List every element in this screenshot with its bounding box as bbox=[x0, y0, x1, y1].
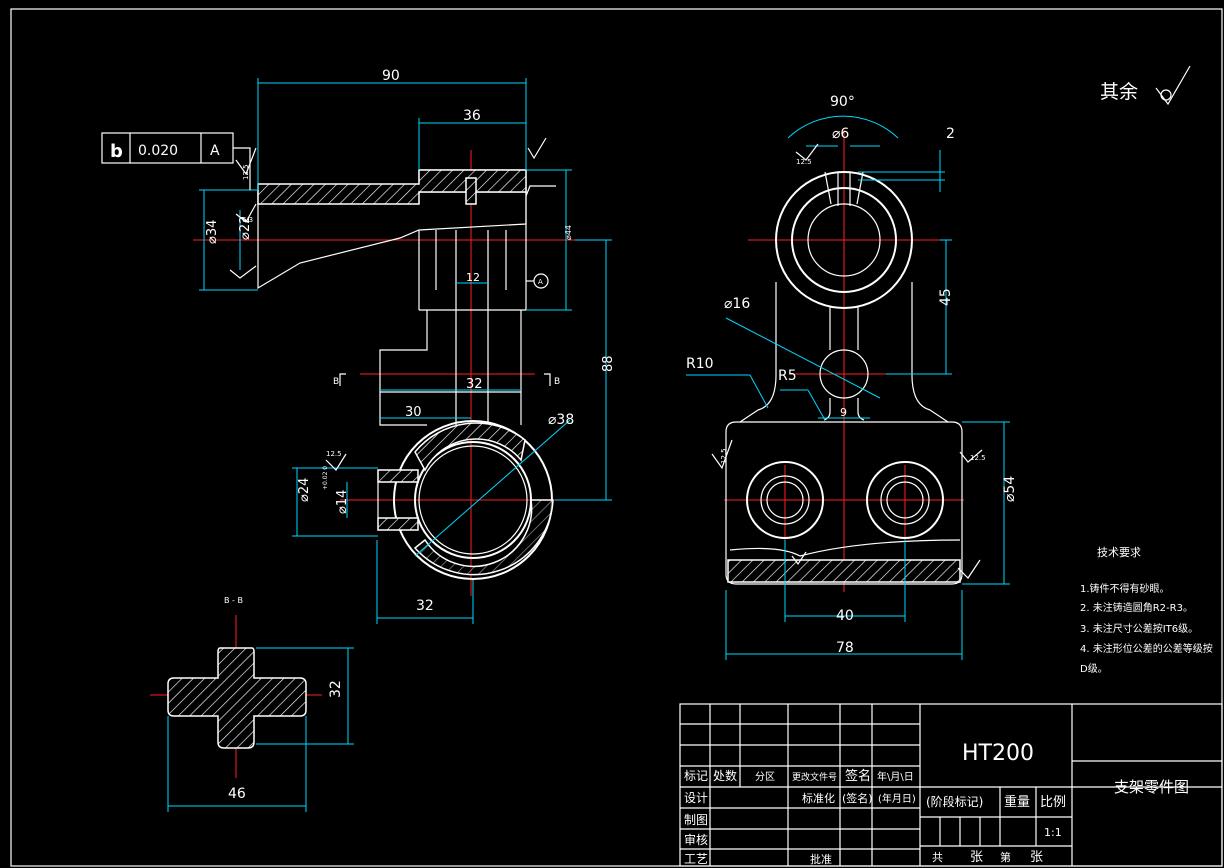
dim-78: 78 bbox=[836, 640, 854, 656]
dim-90: 90 bbox=[382, 68, 400, 84]
section-marker-left: B bbox=[333, 377, 339, 387]
dim-12: 12 bbox=[466, 271, 480, 284]
dim-40: 40 bbox=[836, 608, 854, 624]
r5: R5 bbox=[778, 368, 797, 384]
dim-45: 45 bbox=[938, 288, 954, 306]
header-mark: 标记 bbox=[684, 769, 708, 783]
material: HT200 bbox=[962, 741, 1034, 766]
section-view: B - B 32 46 bbox=[150, 596, 354, 812]
stage-label: (阶段标记) bbox=[926, 794, 983, 809]
surface-finish-note: 其余 bbox=[1100, 65, 1191, 106]
sheet-border bbox=[10, 8, 1223, 867]
dim-32-bottom: 32 bbox=[416, 598, 434, 614]
title-block: HT200 支架零件图 标记 处数 分区 更改文件号 签名 年\月\日 设计 标… bbox=[679, 703, 1223, 867]
dim-44: ⌀44 bbox=[564, 225, 573, 240]
row-date: (年月日) bbox=[878, 792, 916, 805]
row-approve: 批准 bbox=[810, 852, 832, 866]
header-zone: 分区 bbox=[755, 771, 775, 783]
dim-14-tolerance: +0.02 0 bbox=[322, 466, 329, 490]
scale-value: 1:1 bbox=[1044, 826, 1062, 839]
drawing-canvas: 其余 B B 12.5 6.3 12.5 A 90 36 12 88 32 30… bbox=[10, 8, 1223, 867]
dim-30: 30 bbox=[405, 405, 422, 420]
dim-22: ⌀22 bbox=[238, 216, 253, 240]
header-change-doc: 更改文件号 bbox=[792, 771, 837, 783]
dim-6: ⌀6 bbox=[832, 126, 849, 142]
weight-label: 重量 bbox=[1004, 794, 1030, 810]
header-date: 年\月\日 bbox=[877, 770, 914, 783]
section-dim-46: 46 bbox=[228, 786, 246, 802]
roughness-top-label: 12.5 bbox=[796, 158, 812, 166]
roughness-left-label: 12.5 bbox=[720, 448, 728, 464]
dim-88: 88 bbox=[601, 355, 616, 372]
dim-16: ⌀16 bbox=[724, 296, 750, 312]
scale-label: 比例 bbox=[1040, 795, 1066, 810]
r10: R10 bbox=[686, 356, 714, 372]
part-name: 支架零件图 bbox=[1114, 778, 1189, 796]
tech-item-1: 1.铸件不得有砂眼。 bbox=[1080, 582, 1170, 595]
row-design: 设计 bbox=[684, 791, 708, 805]
tolerance-value: 0.020 bbox=[138, 143, 178, 159]
surface-finish-note-text: 其余 bbox=[1100, 81, 1138, 103]
tolerance-datum: A bbox=[210, 143, 220, 159]
section-dim-32: 32 bbox=[328, 680, 344, 698]
side-view: 90° ⌀6 2 45 ⌀16 R10 R5 9 ⌀54 40 78 12.5 … bbox=[686, 94, 1018, 660]
tech-item-2: 2. 未注铸造圆角R2-R3。 bbox=[1080, 601, 1193, 614]
dim-2: 2 bbox=[946, 126, 955, 142]
tech-item-3: 3. 未注尺寸公差按IT6级。 bbox=[1080, 622, 1198, 635]
roughness-c-label: 12.5 bbox=[326, 450, 342, 458]
row-drawing: 制图 bbox=[684, 813, 708, 827]
dim-34: ⌀34 bbox=[205, 220, 220, 244]
sheet-no-label: 第 bbox=[1000, 850, 1011, 864]
angle-90: 90° bbox=[830, 94, 855, 110]
row-standard: 标准化 bbox=[802, 791, 835, 805]
dim-32-mid: 32 bbox=[466, 377, 483, 392]
row-process: 工艺 bbox=[684, 852, 708, 866]
roughness-a-label: 12.5 bbox=[242, 164, 250, 180]
sheet-total-label: 共 bbox=[932, 851, 943, 864]
dim-54: ⌀54 bbox=[1002, 476, 1018, 502]
header-signature: 签名 bbox=[845, 768, 871, 784]
datum-label: A bbox=[538, 278, 543, 286]
front-view: B B 12.5 6.3 12.5 A 90 36 12 88 32 30 ⌀3… bbox=[193, 68, 616, 624]
dim-24: ⌀24 bbox=[297, 478, 312, 502]
roughness-right-label: 12.5 bbox=[970, 454, 986, 462]
roughness-symbol-icon bbox=[1155, 65, 1191, 106]
sheet-unit-2: 张 bbox=[1030, 850, 1043, 865]
tech-item-4: 4. 未注形位公差的公差等级按 bbox=[1080, 642, 1213, 655]
sheet-unit: 张 bbox=[970, 850, 983, 865]
section-title: B - B bbox=[224, 596, 243, 605]
dim-36: 36 bbox=[463, 108, 481, 124]
tolerance-frame: b 0.020 A bbox=[101, 132, 251, 190]
row-sign: (签名) bbox=[842, 791, 873, 805]
tech-item-5: D级。 bbox=[1080, 663, 1108, 675]
dim-38: ⌀38 bbox=[548, 412, 574, 428]
tolerance-symbol: b bbox=[110, 141, 123, 162]
row-check: 审核 bbox=[684, 832, 708, 847]
dim-9: 9 bbox=[840, 406, 847, 419]
header-count: 处数 bbox=[713, 768, 737, 783]
tech-requirements: 技术要求 1.铸件不得有砂眼。 2. 未注铸造圆角R2-R3。 3. 未注尺寸公… bbox=[1080, 546, 1213, 675]
tech-title: 技术要求 bbox=[1097, 546, 1141, 559]
dim-14: ⌀14 bbox=[335, 490, 350, 514]
section-marker-right: B bbox=[554, 377, 560, 387]
